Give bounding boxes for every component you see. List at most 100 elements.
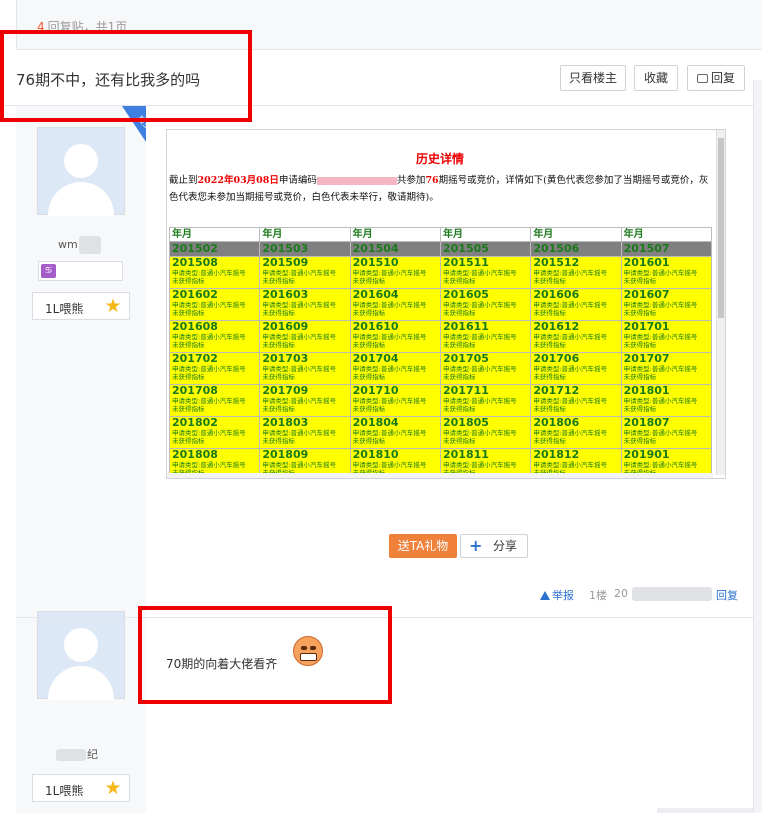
- period-result: 未获得指标: [172, 341, 205, 349]
- username-1[interactable]: wm: [58, 236, 101, 254]
- period-label: 201802: [172, 416, 218, 429]
- period-cell: 201712 申请类型:普通小汽车摇号 未获得指标: [530, 384, 622, 417]
- screenshot-scrollbar: [716, 130, 725, 475]
- period-cell: 201611 申请类型:普通小汽车摇号 未获得指标: [439, 320, 532, 353]
- period-cell: 201704 申请类型:普通小汽车摇号 未获得指标: [349, 352, 441, 385]
- period-label: 201612: [533, 320, 580, 333]
- period-cell: 201707 申请类型:普通小汽车摇号 未获得指标: [620, 352, 713, 385]
- reply-button[interactable]: 回复: [687, 65, 745, 91]
- period-label: 201510: [352, 256, 399, 269]
- reply-icon: [696, 74, 708, 83]
- period-type: 申请类型:普通小汽车摇号: [533, 333, 608, 341]
- period-cell-gray: 201503: [259, 241, 351, 257]
- period-cell: 201702 申请类型:普通小汽车摇号 未获得指标: [168, 352, 261, 385]
- period-cell: 201606 申请类型:普通小汽车摇号 未获得指标: [530, 288, 622, 321]
- period-type: 申请类型:普通小汽车摇号: [442, 397, 517, 405]
- period-label: 201608: [172, 320, 218, 333]
- period-type: 申请类型:普通小汽车摇号: [352, 269, 427, 277]
- highlight-box-title: [0, 30, 252, 122]
- period-cell: 201708 申请类型:普通小汽车摇号 未获得指标: [168, 384, 261, 417]
- period-result: 未获得指标: [352, 277, 386, 285]
- period-type: 申请类型:普通小汽车摇号: [533, 461, 608, 469]
- post-date-text: 20: [614, 587, 628, 600]
- period-result: 未获得指标: [623, 277, 657, 285]
- period-label: 201707: [623, 352, 670, 365]
- period-cell: 201706 申请类型:普通小汽车摇号 未获得指标: [530, 352, 622, 385]
- period-cell-gray: 201506: [530, 241, 622, 257]
- period-result: 未获得指标: [533, 277, 566, 285]
- star-level-icon: ★: [104, 777, 122, 799]
- period-cell: 201609 申请类型:普通小汽车摇号 未获得指标: [259, 320, 351, 353]
- table-header-cell: 年月: [439, 227, 532, 242]
- period-cell-gray: 201502: [168, 241, 261, 257]
- table-header-cell: 年月: [259, 227, 351, 242]
- scrollbar-thumb: [718, 138, 724, 318]
- share-label: 分享: [493, 539, 518, 553]
- post-date-blur: [632, 587, 712, 601]
- history-table: 年月 年月 年月 年月 年月 年月 201502 201503 201504 201505 2015…: [168, 227, 713, 478]
- period-result: 未获得指标: [172, 277, 205, 285]
- user-level[interactable]: 1L喂熊 ★: [32, 774, 130, 802]
- period-label: 201704: [352, 352, 399, 365]
- period-label: 201609: [262, 320, 309, 333]
- username-2-text: 纪: [87, 748, 98, 761]
- period-type: 申请类型:普通小汽车摇号: [442, 269, 517, 277]
- period-label: 201712: [533, 384, 580, 397]
- period-result: 未获得指标: [262, 309, 295, 317]
- table-row: 201802 申请类型:普通小汽车摇号 未获得指标 201803 申请类型:普通小汽车摇…: [168, 416, 713, 449]
- period-type: 申请类型:普通小汽车摇号: [172, 461, 246, 469]
- avatar-head: [64, 628, 98, 662]
- period-label: 201706: [533, 352, 580, 365]
- period-label: 201603: [262, 288, 309, 301]
- user-level[interactable]: 1L喂熊 ★: [32, 292, 130, 320]
- table-row-gray: 201502 201503 201504 201505 201506 201507: [168, 241, 713, 257]
- favorite-button[interactable]: 收藏: [634, 65, 678, 91]
- period-label: 201508: [172, 256, 218, 269]
- period-cell: 201509 申请类型:普通小汽车摇号 未获得指标: [259, 256, 351, 289]
- avatar[interactable]: [37, 127, 125, 216]
- period-result: 未获得指标: [442, 373, 476, 381]
- user-level-text: 1L喂熊: [45, 784, 84, 798]
- lottery-history-screenshot: 历史详情 截止到2022年03月08日申请编码 共参加76期摇号或竞价，详情如下(…: [166, 129, 726, 479]
- code-mask: [316, 176, 397, 185]
- period-type: 申请类型:普通小汽车摇号: [533, 365, 608, 373]
- page: 4 回复贴，共1页 76期不中，还有比我多的吗 只看楼主 收藏 回复 wm ♋ 1…: [0, 0, 762, 813]
- period-cell: 201805 申请类型:普通小汽车摇号 未获得指标: [439, 416, 532, 449]
- avatar[interactable]: [37, 611, 125, 700]
- period-type: 申请类型:普通小汽车摇号: [172, 365, 246, 373]
- period-label: 201803: [262, 416, 309, 429]
- period-cell: 201511 申请类型:普通小汽车摇号 未获得指标: [439, 256, 532, 289]
- period-result: 未获得指标: [442, 437, 476, 445]
- period-label: 201509: [262, 256, 309, 269]
- period-type: 申请类型:普通小汽车摇号: [172, 301, 246, 309]
- period-type: 申请类型:普通小汽车摇号: [352, 429, 427, 437]
- report-link[interactable]: 举报: [540, 587, 574, 603]
- period-cell-gray: 201505: [439, 241, 532, 257]
- period-label: 201602: [172, 288, 218, 301]
- only-op-button[interactable]: 只看楼主: [560, 65, 626, 91]
- share-button[interactable]: + 分享: [460, 534, 528, 558]
- period-type: 申请类型:普通小汽车摇号: [352, 333, 427, 341]
- gift-button[interactable]: 送TA礼物: [389, 534, 457, 558]
- table-row: 201702 申请类型:普通小汽车摇号 未获得指标 201703 申请类型:普通小汽车摇…: [168, 352, 713, 385]
- period-result: 未获得指标: [533, 341, 566, 349]
- period-cell: 201710 申请类型:普通小汽车摇号 未获得指标: [349, 384, 441, 417]
- period-label: 201605: [442, 288, 489, 301]
- screenshot-description: 截止到2022年03月08日申请编码 共参加76期摇号或竞价，详情如下(黄色代表您…: [169, 172, 711, 206]
- period-cell: 201711 申请类型:普通小汽车摇号 未获得指标: [439, 384, 532, 417]
- period-label: 201808: [172, 448, 218, 461]
- username-2[interactable]: 纪: [56, 746, 98, 762]
- period-cell: 201612 申请类型:普通小汽车摇号 未获得指标: [530, 320, 622, 353]
- period-type: 申请类型:普通小汽车摇号: [262, 333, 337, 341]
- period-type: 申请类型:普通小汽车摇号: [172, 397, 246, 405]
- screenshot-footer: [167, 473, 713, 478]
- period-type: 申请类型:普通小汽车摇号: [262, 429, 337, 437]
- period-result: 未获得指标: [262, 341, 295, 349]
- user-badges[interactable]: ♋: [38, 261, 123, 281]
- post-reply-link[interactable]: 回复: [716, 587, 738, 603]
- period-label: 201812: [533, 448, 580, 461]
- period-result: 未获得指标: [262, 405, 295, 413]
- period-type: 申请类型:普通小汽车摇号: [262, 365, 337, 373]
- period-type: 申请类型:普通小汽车摇号: [262, 397, 337, 405]
- period-result: 未获得指标: [172, 437, 205, 445]
